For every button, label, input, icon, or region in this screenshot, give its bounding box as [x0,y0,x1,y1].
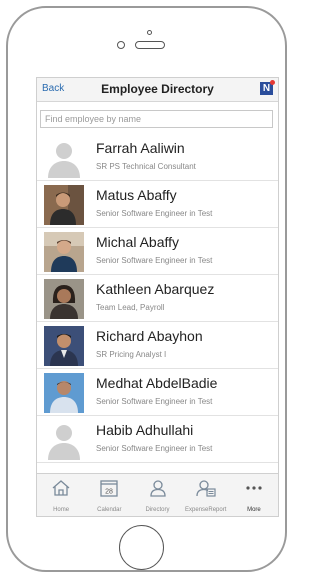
employee-list: Farrah Aaliwin SR PS Technical Consultan… [37,134,278,463]
calendar-icon: 28 [100,480,118,497]
home-icon [52,480,70,496]
employee-name: Richard Abayhon [96,328,203,344]
tab-home[interactable]: Home [37,474,85,516]
earpiece-speaker [135,41,165,49]
employee-title: SR Pricing Analyst I [96,350,167,359]
employee-row[interactable]: Michal Abaffy Senior Software Engineer i… [37,228,278,275]
notification-badge [270,80,275,85]
employee-row[interactable]: Kathleen Abarquez Team Lead, Payroll [37,275,278,322]
logo-letter: N [262,83,271,94]
avatar [44,373,84,413]
page-title: Employee Directory [101,82,214,96]
employee-row[interactable]: Matus Abaffy Senior Software Engineer in… [37,181,278,228]
expense-report-icon [196,480,216,497]
tab-expense-report[interactable]: ExpenseReport [182,474,230,516]
tab-label: Calendar [97,507,122,513]
employee-name: Habib Adhullahi [96,422,194,438]
avatar [44,185,84,225]
avatar-placeholder-icon [44,420,84,460]
home-button[interactable] [119,525,164,570]
directory-icon [149,480,166,497]
avatar [44,232,84,272]
avatar-placeholder-icon [44,138,84,178]
employee-name: Michal Abaffy [96,234,180,250]
employee-title: Senior Software Engineer in Test [96,256,213,265]
employee-name: Kathleen Abarquez [96,281,215,297]
employee-row[interactable]: Habib Adhullahi Senior Software Engineer… [37,416,278,463]
employee-title: SR PS Technical Consultant [96,162,196,171]
employee-title: Senior Software Engineer in Test [96,209,213,218]
search-input[interactable] [40,110,273,128]
front-camera [117,41,125,49]
app-screen: Back Employee Directory N Farrah Aaliwin… [36,77,279,517]
tab-label: ExpenseReport [185,507,227,513]
more-icon [246,486,262,490]
employee-row[interactable]: Richard Abayhon SR Pricing Analyst I [37,322,278,369]
tab-more[interactable]: More [230,474,278,516]
employee-name: Medhat AbdelBadie [96,375,218,391]
tab-calendar[interactable]: 28 Calendar [85,474,133,516]
calendar-day: 28 [105,489,113,496]
employee-name: Farrah Aaliwin [96,140,185,156]
tab-directory[interactable]: Directory [133,474,181,516]
employee-title: Senior Software Engineer in Test [96,444,213,453]
avatar [44,326,84,366]
tab-label: Directory [145,507,170,513]
proximity-sensor [147,30,152,35]
tab-bar: Home 28 Calendar Directory ExpenseReport… [37,473,278,516]
avatar [44,279,84,319]
employee-title: Team Lead, Payroll [96,303,165,312]
tab-label: Home [53,507,70,513]
employee-row[interactable]: Medhat AbdelBadie Senior Software Engine… [37,369,278,416]
navigation-bar: Back Employee Directory N [37,78,278,102]
employee-title: Senior Software Engineer in Test [96,397,213,406]
employee-row[interactable]: Farrah Aaliwin SR PS Technical Consultan… [37,134,278,181]
employee-name: Matus Abaffy [96,187,177,203]
tab-label: More [247,507,261,513]
